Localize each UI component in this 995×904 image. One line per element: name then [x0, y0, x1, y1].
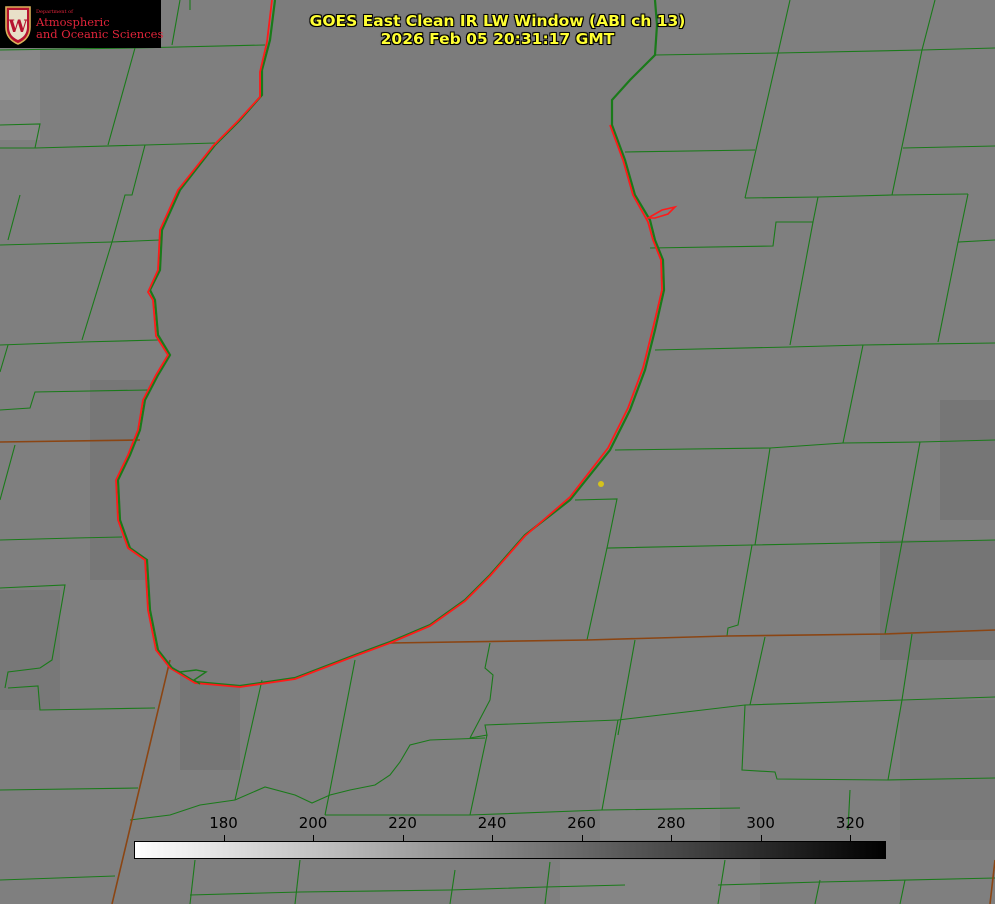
satellite-image-viewer: W Department of Atmospheric and Oceanic …: [0, 0, 995, 904]
satellite-map: [0, 0, 995, 904]
colorbar-tick-label: 280: [656, 814, 686, 832]
timestamp: 2026 Feb 05 20:31:17 GMT: [380, 30, 615, 48]
product-title: GOES East Clean IR LW Window (ABI ch 13): [309, 12, 686, 30]
colorbar-tick-label: 200: [298, 814, 328, 832]
colorbar: [134, 841, 886, 859]
logo-wordmark: Department of Atmospheric and Oceanic Sc…: [36, 9, 163, 40]
uw-crest-icon: W: [5, 6, 31, 45]
colorbar-tick-label: 260: [567, 814, 596, 832]
colorbar-tick-mark: [403, 835, 404, 841]
colorbar-tick-mark: [671, 835, 672, 841]
logo-line-atmospheric: Atmospheric: [36, 14, 110, 29]
colorbar-tick-label: 300: [746, 814, 775, 832]
colorbar-tick-label: 220: [388, 814, 417, 832]
image-title: GOES East Clean IR LW Window (ABI ch 13)…: [240, 12, 755, 48]
colorbar-tick-mark: [313, 835, 314, 841]
colorbar-tick-mark: [761, 835, 762, 841]
station-marker: [598, 481, 604, 487]
colorbar-tick-mark: [492, 835, 493, 841]
colorbar-tick-label: 240: [477, 814, 507, 832]
uw-aos-logo: W Department of Atmospheric and Oceanic …: [0, 0, 163, 48]
logo-line-oceanic: and Oceanic Sciences: [36, 26, 164, 41]
colorbar-tick-label: 320: [835, 814, 865, 832]
colorbar-tick-mark: [224, 835, 225, 841]
svg-text:W: W: [7, 17, 28, 37]
colorbar-tick-mark: [850, 835, 851, 841]
colorbar-tick-mark: [582, 835, 583, 841]
colorbar-tick-label: 180: [209, 814, 238, 832]
